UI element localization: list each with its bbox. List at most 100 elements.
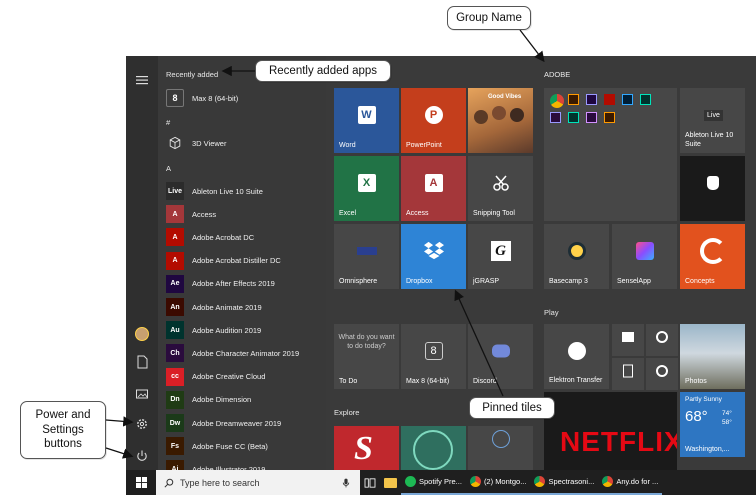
chrome-icon <box>534 476 546 487</box>
tile-word[interactable]: W Word <box>334 88 399 153</box>
tile-senselapp[interactable]: SenselApp <box>612 224 677 289</box>
tile-dropbox[interactable]: Dropbox <box>401 224 466 289</box>
settings-gear-icon[interactable] <box>132 414 152 434</box>
person-image <box>510 108 524 122</box>
app-list-item-3d-viewer[interactable]: 3D Viewer <box>158 132 326 154</box>
app-list-item-label: 3D Viewer <box>192 138 227 148</box>
user-avatar[interactable] <box>132 324 152 344</box>
app-list-item[interactable]: Ch Adobe Character Animator 2019 <box>158 342 326 364</box>
app-list-item-label: Access <box>192 209 217 219</box>
app-list-item-label: Adobe Dimension <box>192 395 252 405</box>
app-list-item-label: Adobe Audition 2019 <box>192 325 262 335</box>
discord-icon <box>491 344 510 358</box>
tile-max8[interactable]: 8 Max 8 (64-bit) <box>401 324 466 389</box>
tile-excel[interactable]: X Excel <box>334 156 399 221</box>
app-icon: A <box>166 251 184 270</box>
tile-basecamp[interactable]: Basecamp 3 <box>544 224 609 289</box>
live-badge: Live <box>704 110 723 121</box>
tile-label: Excel <box>339 210 357 217</box>
app-list-item-max8[interactable]: 8 Max 8 (64-bit) <box>158 87 326 109</box>
tile-to-do[interactable]: What do you want to do today? To Do <box>334 324 399 389</box>
illustrator-icon <box>604 112 615 123</box>
group-heading-play: Play <box>544 308 559 317</box>
globe-icon <box>492 430 510 448</box>
task-view-icon <box>364 477 376 488</box>
app-list-item[interactable]: A Adobe Acrobat DC <box>158 226 326 248</box>
adobe-folder-grid <box>550 94 654 123</box>
s-logo-icon: S <box>354 430 373 467</box>
tile-discord[interactable]: Discord <box>468 324 533 389</box>
taskbar-app-chrome-1[interactable]: (2) Montgo... <box>465 470 531 495</box>
start-menu: Recently added 8 Max 8 (64-bit) # 3D Vie… <box>126 56 756 470</box>
tile-netflix[interactable]: NETFLIX <box>544 392 677 470</box>
task-view-button[interactable] <box>360 470 380 495</box>
tile-photos[interactable]: Photos <box>680 324 745 389</box>
illustrator-icon <box>568 94 579 105</box>
windows-logo-icon <box>135 477 147 488</box>
start-button[interactable] <box>126 470 156 495</box>
taskbar-app-chrome-3[interactable]: Any.do for ... <box>598 470 663 495</box>
app-icon: A <box>166 228 184 247</box>
brain-icon <box>413 430 453 470</box>
app-list-item-label: Adobe Acrobat DC <box>192 232 255 242</box>
app-list-item[interactable]: A Adobe Acrobat Distiller DC <box>158 250 326 272</box>
tile-weather[interactable]: Partly Sunny 68° 74° 58° Washington,... <box>680 392 745 457</box>
tile-omnisphere[interactable]: Omnisphere <box>334 224 399 289</box>
app-list-item[interactable]: Dn Adobe Dimension <box>158 389 326 411</box>
tile-snipping-tool[interactable]: Snipping Tool <box>468 156 533 221</box>
tile-access[interactable]: A Access <box>401 156 466 221</box>
pictures-icon[interactable] <box>132 384 152 404</box>
search-icon <box>164 478 174 488</box>
tile-powerpoint[interactable]: P PowerPoint <box>401 88 466 153</box>
app-list-item[interactable]: Fs Adobe Fuse CC (Beta) <box>158 435 326 457</box>
tile-label: Elektron Transfer <box>549 376 603 384</box>
tile-camera[interactable] <box>646 358 678 390</box>
app-list-item-label: Ableton Live 10 Suite <box>192 186 263 196</box>
app-list-item[interactable]: A Access <box>158 203 326 225</box>
taskbar-app-label: (2) Montgo... <box>483 477 527 486</box>
app-list-item[interactable]: cc Adobe Creative Cloud <box>158 366 326 388</box>
app-list-item[interactable]: Dw Adobe Dreamweaver 2019 <box>158 412 326 434</box>
audition-icon <box>568 112 579 123</box>
app-icon: Dn <box>166 390 184 409</box>
tile-groove[interactable] <box>646 324 678 356</box>
app-list-item[interactable]: An Adobe Animate 2019 <box>158 296 326 318</box>
documents-icon[interactable] <box>132 352 152 372</box>
photoshop-icon <box>622 94 633 105</box>
tile-calculator[interactable] <box>612 358 644 390</box>
app-list-item-label: Adobe Creative Cloud <box>192 372 266 382</box>
tile-folder-adobe[interactable] <box>544 88 677 221</box>
app-list-item[interactable]: Live Ableton Live 10 Suite <box>158 180 326 202</box>
elektron-icon <box>567 342 586 361</box>
tile-app-s[interactable]: S <box>334 426 399 470</box>
disc-icon <box>656 331 668 344</box>
tile-app-hand[interactable] <box>680 156 745 221</box>
tile-jgrasp[interactable]: G jGRASP <box>468 224 533 289</box>
taskbar-app-chrome-2[interactable]: Spectrasoni... <box>530 470 599 495</box>
tile-label: PowerPoint <box>406 142 442 149</box>
microphone-icon[interactable] <box>342 478 350 488</box>
app-list-item[interactable]: Ae Adobe After Effects 2019 <box>158 273 326 295</box>
tile-ableton-live[interactable]: Live Ableton Live 10 Suite <box>680 88 745 153</box>
file-explorer-button[interactable] <box>380 470 401 495</box>
tile-label: Discord <box>473 378 497 385</box>
callout-power-settings: Power and Settings buttons <box>20 401 106 459</box>
app-list-item-label: Max 8 (64-bit) <box>192 93 239 103</box>
powerpoint-icon: P <box>424 106 443 125</box>
hamburger-menu-icon[interactable] <box>132 70 152 90</box>
taskbar-app-spotify[interactable]: Spotify Pre... <box>401 470 466 495</box>
tile-app-brain[interactable] <box>401 426 466 470</box>
section-heading-hash: # <box>166 118 171 127</box>
tile-elektron-transfer[interactable]: Elektron Transfer <box>544 324 609 389</box>
todo-prompt: What do you want to do today? <box>338 334 395 350</box>
calculator-icon <box>623 364 633 378</box>
tile-concepts[interactable]: Concepts <box>680 224 745 289</box>
app-list-item[interactable]: Au Adobe Audition 2019 <box>158 319 326 341</box>
app-list-item[interactable]: Ai Adobe Illustrator 2019 <box>158 458 326 470</box>
power-icon[interactable] <box>132 446 152 466</box>
tile-movies[interactable] <box>612 324 644 356</box>
tile-spotify-good-vibes[interactable]: Good Vibes <box>468 88 533 153</box>
tile-app-globe[interactable] <box>468 426 533 470</box>
app-icon: Ae <box>166 274 184 293</box>
taskbar-search-box[interactable]: Type here to search <box>156 470 360 495</box>
